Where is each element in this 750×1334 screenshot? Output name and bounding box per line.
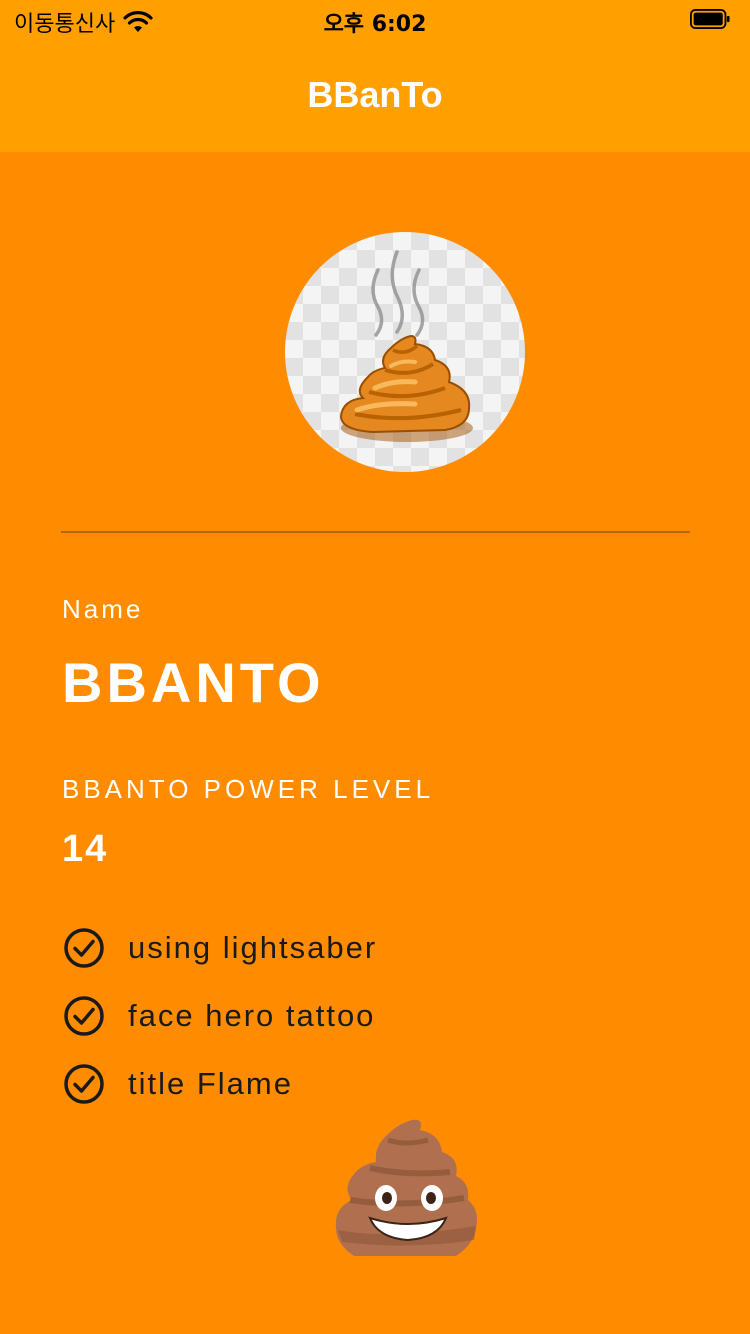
ability-item: title Flame [62, 1062, 293, 1106]
check-circle-icon [64, 1064, 104, 1104]
ability-label: title Flame [128, 1066, 293, 1101]
status-time: 오후 6:02 [323, 12, 427, 37]
ability-item: using lightsaber [62, 926, 377, 970]
ability-label: face hero tattoo [128, 998, 376, 1033]
power-level-label: BBANTO POWER LEVEL [62, 774, 435, 804]
battery-icon [690, 9, 730, 29]
ability-label: using lightsaber [128, 930, 378, 965]
navigation-bar: BBanTo [0, 40, 750, 152]
steaming-poop-icon [339, 250, 473, 442]
ability-item: face hero tattoo [62, 994, 375, 1038]
status-bar: 이동통신사 오후 6:02 [0, 0, 750, 40]
smiling-poop-icon [335, 1119, 477, 1256]
power-level-value: 14 [62, 828, 109, 870]
check-circle-icon [64, 928, 104, 968]
name-label: Name [62, 594, 144, 624]
name-value: BBANTO [62, 651, 325, 714]
section-divider [61, 531, 690, 533]
nav-title: BBanTo [307, 74, 443, 115]
check-circle-icon [64, 996, 104, 1036]
profile-avatar [285, 232, 525, 472]
